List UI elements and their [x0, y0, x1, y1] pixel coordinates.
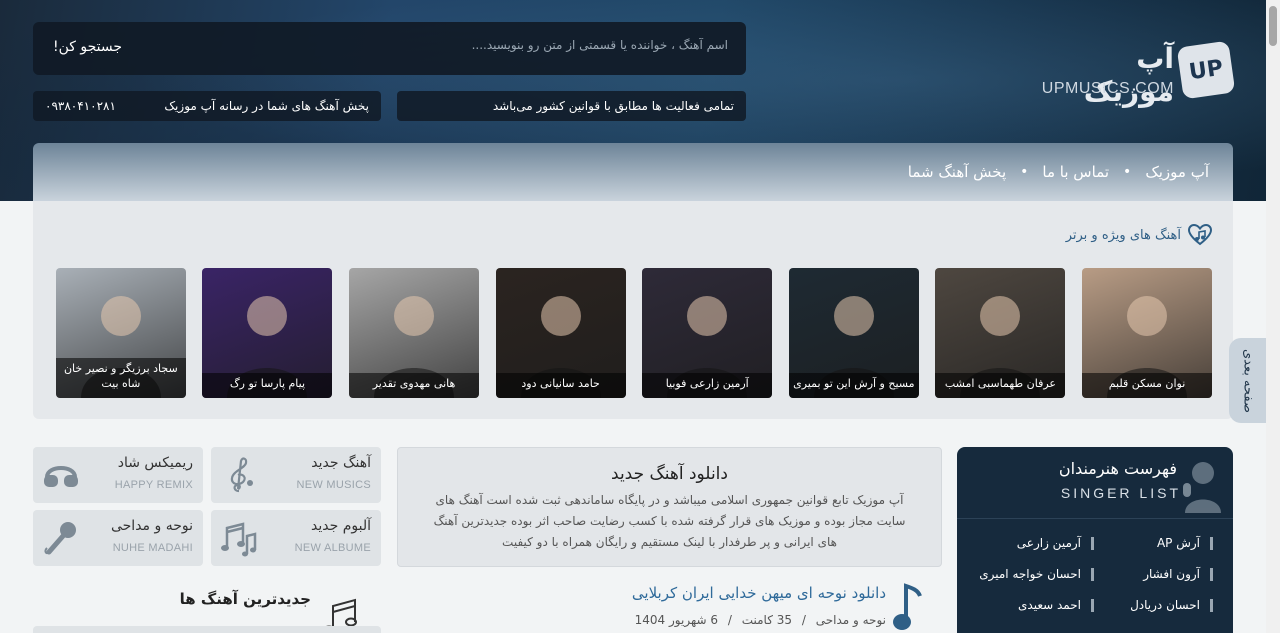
post-category[interactable]: نوحه و مداحی [816, 613, 886, 627]
treble-clef-icon [230, 457, 253, 493]
singer-item[interactable]: آرون افشار [1143, 568, 1213, 581]
nav-separator: • [1020, 164, 1029, 180]
category-subtitle: NUHE MADAHI [112, 542, 193, 554]
featured-section: آهنگ های ویژه و برتر نوان مسکن قلبم عرفان… [33, 201, 1233, 419]
featured-card-caption: پیام پارسا تو رگ [202, 373, 333, 398]
featured-title-text: آهنگ های ویژه و برتر [1065, 227, 1181, 243]
nav-contact[interactable]: تماس با ما [1042, 163, 1109, 181]
category-nuhe-madahi[interactable]: نوحه و مداحی NUHE MADAHI [33, 510, 203, 566]
featured-card-caption: آرمین زارعی فوبیا [642, 373, 773, 398]
scrollbar[interactable] [1266, 0, 1280, 633]
category-title: آهنگ جدید [311, 455, 371, 471]
next-page-tab[interactable]: صفحه بعدی [1229, 338, 1267, 423]
singer-item[interactable]: احسان دریادل [1130, 599, 1213, 612]
category-grid: آهنگ جدید NEW MUSICS ریمیکس شاد HAPPY RE… [33, 447, 381, 567]
featured-card[interactable]: نوان مسکن قلبم [1082, 268, 1212, 398]
microphone-icon [44, 522, 76, 555]
singer-list-header: فهرست هنرمندان SINGER LIST [957, 447, 1233, 519]
search-button[interactable]: جستجو کن! [53, 39, 122, 55]
category-new-album[interactable]: آلبوم جدید NEW ALBUME [211, 510, 381, 566]
featured-card-caption: نوان مسکن قلبم [1082, 373, 1212, 398]
post-comments[interactable]: 35 کامنت [742, 613, 792, 627]
featured-card[interactable]: عرفان طهماسبی امشب [935, 268, 1066, 398]
featured-title: آهنگ های ویژه و برتر [1066, 223, 1213, 247]
singer-list-panel: فهرست هنرمندان SINGER LIST آرش AP آرمین … [957, 447, 1233, 633]
post-meta: نوحه و مداحی / 35 کامنت / 6 شهریور 1404 [634, 613, 886, 627]
promo-text: پخش آهنگ های شما در رسانه آپ موزیک [164, 99, 369, 113]
logo-text-fa: آپ موزیک [1083, 42, 1174, 108]
featured-card-caption: عرفان طهماسبی امشب [935, 373, 1066, 398]
category-title: ریمیکس شاد [117, 455, 193, 471]
featured-card[interactable]: هانی مهدوی تقدیر [349, 268, 480, 398]
nav-publish[interactable]: پخش آهنگ شما [908, 163, 1006, 181]
intro-box: دانلود آهنگ جدید آپ موزیک تابع قوانین جم… [397, 447, 942, 567]
post-title-link[interactable]: دانلود نوحه ای میهن خدایی ایران کربلایی [632, 584, 886, 602]
singer-item[interactable]: آرمین زارعی [1017, 537, 1094, 550]
music-note-icon [893, 583, 922, 630]
headphones-icon [44, 466, 78, 487]
compliance-notice: تمامی فعالیت ها مطابق با قوانین کشور می‌… [397, 91, 746, 121]
newest-songs-title: جدیدترین آهنگ ها [179, 590, 311, 608]
category-subtitle: HAPPY REMIX [114, 479, 193, 491]
featured-card[interactable]: پیام پارسا تو رگ [202, 268, 333, 398]
phone-number[interactable]: ۰۹۳۸۰۴۱۰۲۸۱ [45, 99, 116, 113]
category-new-music[interactable]: آهنگ جدید NEW MUSICS [211, 447, 381, 503]
featured-card-caption: هانی مهدوی تقدیر [349, 373, 480, 398]
singer-list-title: فهرست هنرمندان [1058, 459, 1177, 478]
singer-item[interactable]: احسان خواجه امیری [979, 568, 1094, 581]
category-title: نوحه و مداحی [110, 518, 193, 534]
logo-badge-icon: UP [1176, 40, 1236, 100]
site-logo[interactable]: UP آپ موزیک UPMUSICS.COM [1041, 40, 1236, 108]
intro-title: دانلود آهنگ جدید [611, 464, 728, 484]
featured-cards: نوان مسکن قلبم عرفان طهماسبی امشب مسیح و آ… [54, 268, 1212, 398]
post-date: 6 شهریور 1404 [634, 613, 718, 627]
singer-list-subtitle: SINGER LIST [1060, 485, 1181, 501]
post-item: دانلود نوحه ای میهن خدایی ایران کربلایی … [397, 580, 942, 633]
compliance-text: تمامی فعالیت ها مطابق با قوانین کشور می‌… [492, 99, 734, 113]
singer-item[interactable]: احمد سعیدی [1018, 599, 1094, 612]
featured-card-caption: حامد سانیانی دود [495, 373, 626, 398]
featured-card[interactable]: مسیح و آرش این تو بمیری [788, 268, 919, 398]
featured-card[interactable]: آرمین زارعی فوبیا [642, 268, 773, 398]
intro-text: آپ موزیک تابع قوانین جمهوری اسلامی میباش… [433, 493, 906, 549]
promo-notice[interactable]: پخش آهنگ های شما در رسانه آپ موزیک ۰۹۳۸۰… [33, 91, 381, 121]
logo-text-en: UPMUSICS.COM [1041, 80, 1174, 97]
featured-card-caption: سجاد برزیگر و نصیر خان شاه بیت [55, 358, 186, 398]
nav-home[interactable]: آپ موزیک [1145, 163, 1209, 181]
featured-card[interactable]: حامد سانیانی دود [495, 268, 626, 398]
nav-separator: • [1123, 164, 1132, 180]
search-input[interactable] [168, 38, 728, 52]
category-subtitle: NEW MUSICS [296, 479, 371, 491]
singer-item[interactable]: آرش AP [1157, 537, 1213, 550]
newest-songs-header: جدیدترین آهنگ ها [33, 586, 381, 633]
category-subtitle: NEW ALBUME [294, 542, 371, 554]
music-notes-icon [221, 522, 257, 557]
scrollbar-thumb[interactable] [1269, 6, 1277, 46]
singer-icon [1183, 462, 1221, 513]
main-nav: آپ موزیک • تماس با ما • پخش آهنگ شما [33, 143, 1233, 201]
featured-card-caption: مسیح و آرش این تو بمیری [788, 373, 919, 398]
category-title: آلبوم جدید [311, 518, 371, 534]
heart-music-icon [1187, 223, 1213, 246]
featured-card[interactable]: سجاد برزیگر و نصیر خان شاه بیت [55, 268, 186, 398]
category-happy-remix[interactable]: ریمیکس شاد HAPPY REMIX [33, 447, 203, 503]
search-bar: جستجو کن! [33, 22, 746, 75]
newest-songs-bar [33, 626, 381, 633]
